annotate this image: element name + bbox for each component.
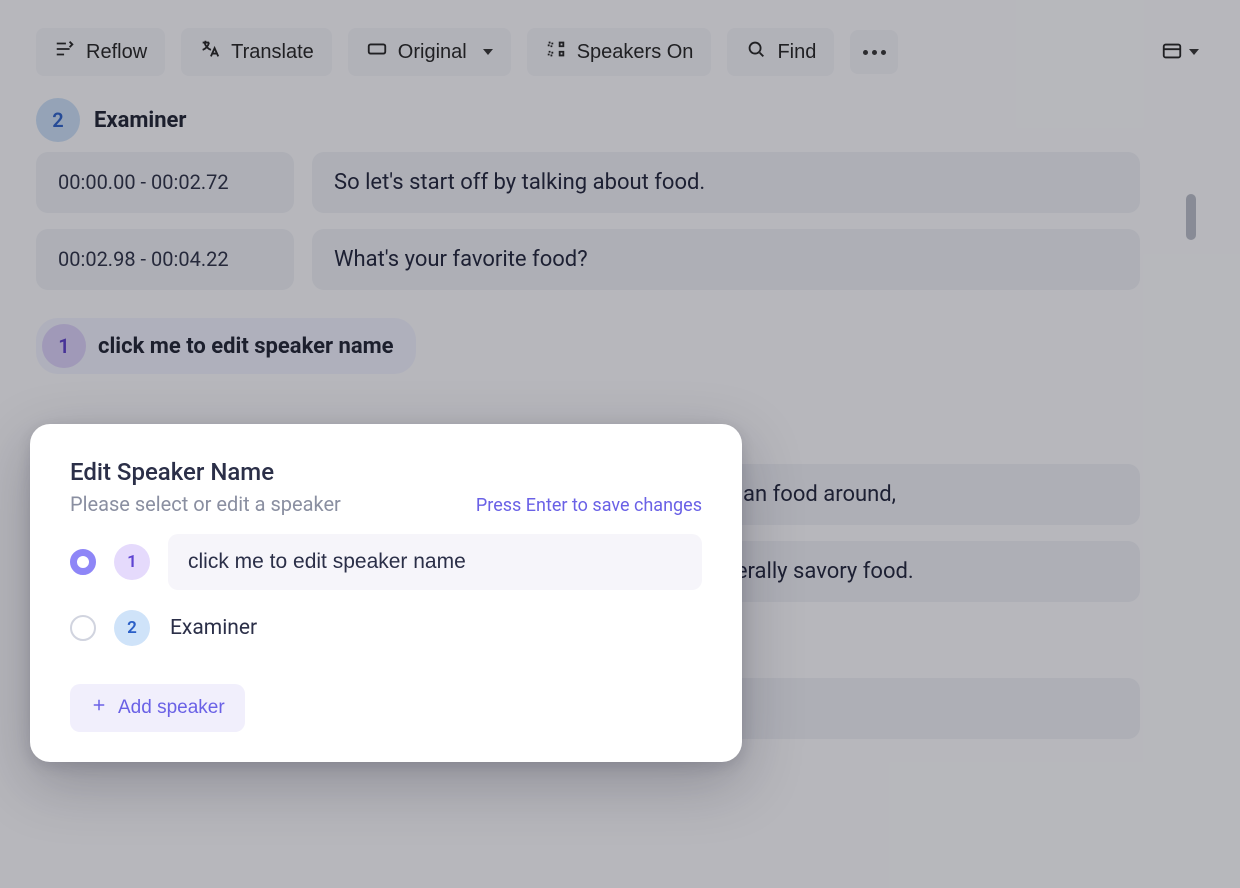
reflow-label: Reflow [86,41,147,64]
add-speaker-button[interactable]: Add speaker [70,684,245,732]
speaker-header[interactable]: 1 click me to edit speaker name [36,318,1204,374]
reflow-icon [54,38,76,66]
avatar-number: 1 [58,334,69,358]
speakers-toggle-button[interactable]: Speakers On [527,28,712,76]
scrollbar-thumb[interactable] [1186,194,1196,240]
avatar-number: 2 [127,618,137,638]
transcript-text[interactable]: What's your favorite food? [312,229,1140,290]
translate-icon [199,38,221,66]
radio-selected[interactable] [70,549,96,575]
original-dropdown[interactable]: Original [348,28,511,76]
speaker-header[interactable]: 2 Examiner [36,98,1204,142]
rectangle-icon [366,38,388,66]
find-button[interactable]: Find [727,28,834,76]
translate-label: Translate [231,41,314,64]
speaker-avatar: 2 [36,98,80,142]
original-label: Original [398,41,467,64]
avatar-number: 2 [52,108,63,132]
translate-button[interactable]: Translate [181,28,332,76]
speaker-name-input[interactable] [168,534,702,590]
layout-icon [1161,40,1183,65]
timestamp[interactable]: 00:00.00 - 00:02.72 [36,152,294,213]
speaker-name-label[interactable]: click me to edit speaker name [98,334,394,359]
transcript-line: 00:02.98 - 00:04.22 What's your favorite… [36,229,1204,290]
chevron-down-icon [1189,49,1199,55]
transcript-line: 00:00.00 - 00:02.72 So let's start off b… [36,152,1204,213]
edit-speaker-popover: Edit Speaker Name Please select or edit … [30,424,742,762]
layout-dropdown-button[interactable] [1156,30,1204,74]
speaker-option-avatar: 2 [114,610,150,646]
reflow-button[interactable]: Reflow [36,28,165,76]
speaker-avatar: 1 [42,324,86,368]
search-icon [745,38,767,66]
popover-subtitle: Please select or edit a speaker [70,492,341,516]
add-speaker-label: Add speaker [118,697,225,719]
toolbar: Reflow Translate Original Speakers On Fi… [0,0,1240,94]
transcript-text[interactable]: So let's start off by talking about food… [312,152,1140,213]
timestamp[interactable]: 00:02.98 - 00:04.22 [36,229,294,290]
speaker-option[interactable]: 1 [70,534,702,590]
popover-subtitle-row: Please select or edit a speaker Press En… [70,492,702,516]
avatar-number: 1 [127,552,137,572]
speaker-pill[interactable]: 1 click me to edit speaker name [36,318,416,374]
popover-hint: Press Enter to save changes [476,495,702,516]
dots-horizontal-icon [863,50,886,55]
speaker-name-label[interactable]: Examiner [94,108,187,133]
plus-icon [90,696,108,720]
chevron-down-icon [483,49,493,55]
find-label: Find [777,41,816,64]
speaker-option-avatar: 1 [114,544,150,580]
speaker-option[interactable]: 2 Examiner [70,604,702,652]
speaker-option-label[interactable]: Examiner [168,604,259,652]
speakers-label: Speakers On [577,41,694,64]
popover-title: Edit Speaker Name [70,458,702,486]
more-button[interactable] [850,30,898,74]
speakers-icon [545,38,567,66]
radio-unselected[interactable] [70,615,96,641]
